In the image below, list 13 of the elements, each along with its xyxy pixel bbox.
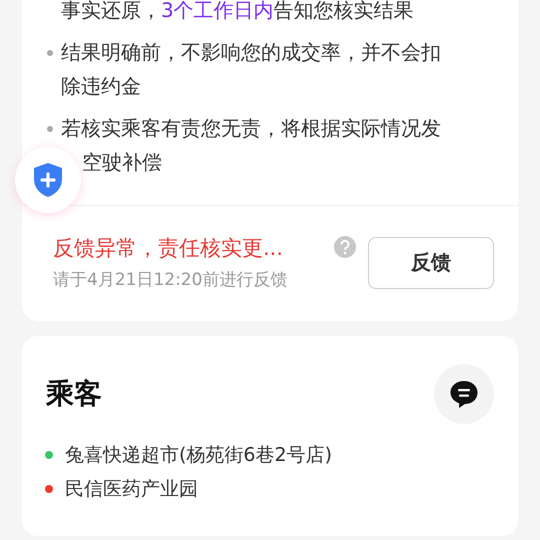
notice-text: 除违约金 [61, 73, 142, 100]
address-text: 民信医药产业园 [65, 477, 198, 502]
chat-icon [449, 379, 479, 409]
notice-text: 结果明确前，不影响您的成交率，并不会扣 [61, 39, 441, 66]
feedback-button[interactable]: 反馈 [368, 236, 494, 288]
address-text: 兔喜快递超市(杨苑街6巷2号店) [65, 443, 332, 468]
shield-icon[interactable] [32, 162, 64, 198]
notice-text: 若核实乘客有责您无责，将根据实际情况发 [61, 115, 441, 142]
notice-text: 空驶补偿 [81, 149, 163, 176]
deadline-text: 请于4月21日12:20前进行反馈 [53, 269, 288, 291]
warning-title: 反馈异常，责任核实更... [53, 235, 284, 262]
section-title: 乘客 [46, 376, 102, 412]
notice-text: 事实还原，3个工作日内告知您核实结果 [61, 0, 414, 24]
